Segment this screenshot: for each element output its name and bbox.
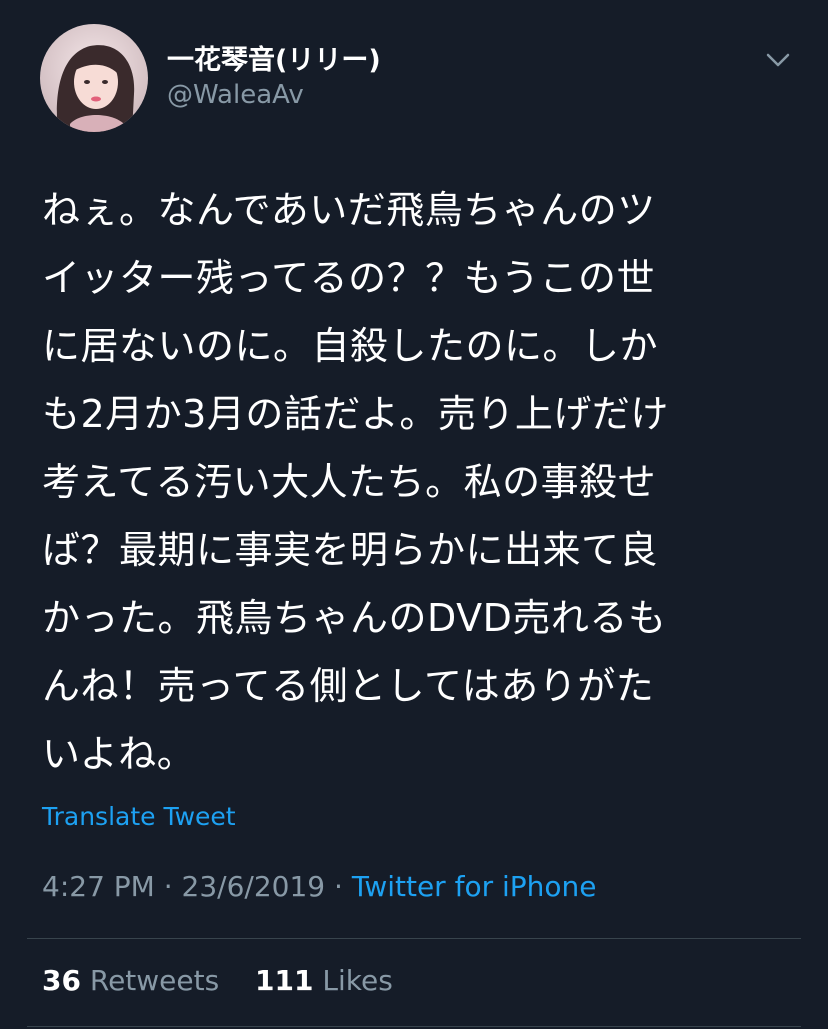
tweet-meta: 4:27 PM · 23/6/2019 · Twitter for iPhone — [42, 870, 597, 903]
profile-photo-icon — [40, 24, 148, 132]
retweets-label: Retweets — [89, 964, 220, 997]
avatar[interactable] — [40, 24, 148, 132]
display-name[interactable]: 一花琴音(リリー) — [167, 38, 381, 77]
tweet-stats: 36 Retweets 111 Likes — [42, 964, 393, 997]
retweets-count: 36 — [42, 964, 81, 997]
user-handle[interactable]: @WaleaAv — [167, 80, 304, 110]
translate-tweet-link[interactable]: Translate Tweet — [42, 802, 236, 831]
chevron-down-icon[interactable] — [764, 48, 792, 72]
meta-separator: · — [163, 870, 173, 903]
tweet-text: ねぇ。なんであいだ飛鳥ちゃんのツ イッター残ってるの？？もうこの世 に居ないのに… — [42, 188, 669, 776]
tweet-date: 23/6/2019 — [181, 870, 326, 903]
meta-separator: · — [334, 870, 343, 903]
likes-label: Likes — [322, 964, 393, 997]
divider — [27, 938, 801, 939]
likes-stat[interactable]: 111 Likes — [246, 964, 393, 997]
likes-count: 111 — [255, 964, 314, 997]
tweet-source-link[interactable]: Twitter for iPhone — [352, 870, 597, 903]
retweets-stat[interactable]: 36 Retweets — [42, 964, 228, 997]
tweet-time: 4:27 PM — [42, 870, 155, 903]
divider — [27, 1026, 801, 1027]
